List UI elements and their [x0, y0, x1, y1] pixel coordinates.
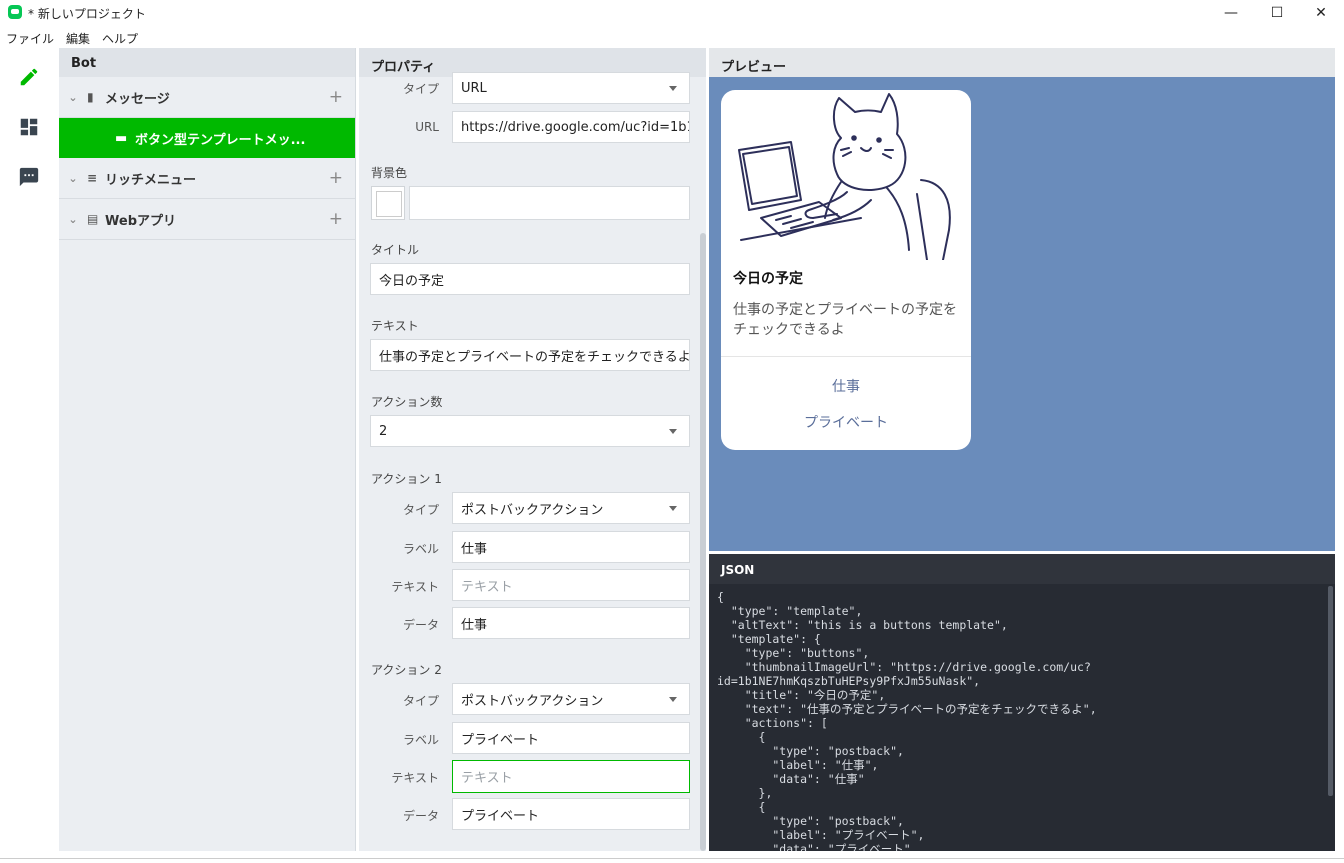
- action1-label-input[interactable]: 仕事: [452, 531, 690, 563]
- add-webapp-button[interactable]: +: [329, 209, 343, 229]
- action2-type-value: ポストバックアクション: [461, 693, 604, 709]
- text-input[interactable]: 仕事の予定とプライベートの予定をチェックできるよ: [370, 339, 690, 371]
- side-rail: [0, 48, 59, 851]
- template-card: 今日の予定 仕事の予定とプライベートの予定をチェックできるよ 仕事 プライベート: [721, 90, 971, 450]
- action1-type-value: ポストバックアクション: [461, 502, 604, 518]
- color-swatch[interactable]: [371, 186, 405, 220]
- action2-text-label: テキスト: [391, 771, 439, 785]
- menu-file[interactable]: ファイル: [0, 30, 60, 48]
- close-button[interactable]: ✕: [1298, 0, 1344, 26]
- template-icon: ▬: [115, 130, 128, 146]
- card-divider: [721, 356, 971, 357]
- dashboard-icon[interactable]: [18, 116, 40, 138]
- type-select-value: URL: [461, 80, 487, 96]
- action2-type-select[interactable]: ポストバックアクション: [452, 683, 690, 715]
- action-count-select[interactable]: 2: [370, 415, 690, 447]
- add-rich-menu-button[interactable]: +: [329, 168, 343, 188]
- tree-item-webapp[interactable]: ⌄ ▤ Webアプリ +: [59, 199, 355, 240]
- json-panel: JSON { "type": "template", "altText": "t…: [709, 554, 1335, 851]
- menu-help[interactable]: ヘルプ: [96, 30, 144, 48]
- action2-type-label: タイプ: [402, 694, 439, 708]
- type-select[interactable]: URL: [452, 72, 690, 104]
- chat-icon[interactable]: [18, 166, 40, 188]
- menu-edit[interactable]: 編集: [60, 30, 96, 48]
- bgcolor-label: 背景色: [371, 166, 408, 180]
- chevron-down-icon[interactable]: ⌄: [59, 91, 87, 104]
- action1-data-input[interactable]: 仕事: [452, 607, 690, 639]
- action2-data-label: データ: [402, 809, 439, 823]
- action1-text-label: テキスト: [391, 580, 439, 594]
- tree-item-rich-menu[interactable]: ⌄ ≡ リッチメニュー +: [59, 158, 355, 199]
- tree-item-label: Webアプリ: [105, 213, 176, 229]
- title-label: タイトル: [371, 243, 420, 257]
- text-label: テキスト: [371, 319, 419, 333]
- type-label: タイプ: [402, 82, 439, 96]
- chevron-down-icon[interactable]: ⌄: [59, 172, 87, 185]
- preview-panel: プレビュー 今日の予定 仕事の予定とプライベートの予定をチェックできるよ 仕事 …: [709, 48, 1335, 551]
- bgcolor-input[interactable]: [409, 186, 690, 220]
- message-icon: ▮: [87, 90, 94, 104]
- tree-item-label: メッセージ: [105, 91, 170, 107]
- card-title: 今日の予定: [733, 271, 803, 287]
- app-window: * 新しいプロジェクト — ☐ ✕ ファイル 編集 ヘルプ Bot ⌄ ▮ メッ…: [0, 0, 1344, 863]
- app-logo-icon: [8, 5, 22, 19]
- card-action-private[interactable]: プライベート: [721, 412, 971, 432]
- action2-label-input[interactable]: プライベート: [452, 722, 690, 754]
- window-bottom-border: [0, 858, 1344, 859]
- properties-scrollbar[interactable]: [700, 233, 706, 851]
- action-count-label: アクション数: [371, 395, 443, 409]
- dropdown-arrow-icon: [669, 86, 677, 91]
- action1-heading: アクション 1: [371, 472, 442, 486]
- card-action-work[interactable]: 仕事: [721, 376, 971, 396]
- url-label: URL: [415, 120, 439, 134]
- preview-header: プレビュー: [709, 48, 1335, 77]
- list-icon: ≡: [87, 171, 98, 185]
- json-code[interactable]: { "type": "template", "altText": "this i…: [717, 590, 1097, 851]
- pencil-icon[interactable]: [18, 66, 40, 88]
- title-input[interactable]: 今日の予定: [370, 263, 690, 295]
- dropdown-arrow-icon: [669, 429, 677, 434]
- action2-label-label: ラベル: [402, 733, 439, 747]
- tree-child-label: ボタン型テンプレートメッ...: [135, 132, 306, 148]
- json-header: JSON: [709, 554, 1335, 584]
- action1-label-label: ラベル: [402, 542, 439, 556]
- menu-bar: ファイル 編集 ヘルプ: [0, 30, 144, 48]
- tree-item-messages[interactable]: ⌄ ▮ メッセージ +: [59, 77, 355, 118]
- action2-text-input[interactable]: テキスト: [452, 760, 690, 793]
- minimize-button[interactable]: —: [1208, 0, 1254, 26]
- webapp-icon: ▤: [87, 212, 99, 226]
- window-title: * 新しいプロジェクト: [28, 7, 146, 21]
- bot-tree-panel: Bot ⌄ ▮ メッセージ + ▬ ボタン型テンプレートメッ... ⌄ ≡ リッ…: [59, 48, 356, 851]
- action2-data-input[interactable]: プライベート: [452, 798, 690, 830]
- action1-text-input[interactable]: テキスト: [452, 569, 690, 601]
- tree-item-button-template[interactable]: ▬ ボタン型テンプレートメッ...: [59, 118, 355, 158]
- url-input[interactable]: https://drive.google.com/uc?id=1b1NE: [452, 111, 690, 143]
- action1-type-label: タイプ: [402, 503, 439, 517]
- maximize-button[interactable]: ☐: [1254, 0, 1300, 26]
- tree-header: Bot: [59, 48, 355, 77]
- action2-heading: アクション 2: [371, 663, 442, 677]
- action1-data-label: データ: [402, 618, 439, 632]
- action-count-value: 2: [379, 423, 388, 439]
- json-scrollbar[interactable]: [1328, 586, 1333, 796]
- properties-panel: プロパティ タイプ URL URL https://drive.google.c…: [359, 48, 706, 851]
- add-message-button[interactable]: +: [329, 87, 343, 107]
- dropdown-arrow-icon: [669, 506, 677, 511]
- chevron-down-icon[interactable]: ⌄: [59, 213, 87, 226]
- tree-item-label: リッチメニュー: [105, 172, 197, 188]
- card-text: 仕事の予定とプライベートの予定をチェックできるよ: [733, 302, 957, 338]
- cat-computer-illustration: [738, 93, 951, 260]
- dropdown-arrow-icon: [669, 697, 677, 702]
- title-bar: * 新しいプロジェクト — ☐ ✕: [0, 0, 1344, 26]
- action1-type-select[interactable]: ポストバックアクション: [452, 492, 690, 524]
